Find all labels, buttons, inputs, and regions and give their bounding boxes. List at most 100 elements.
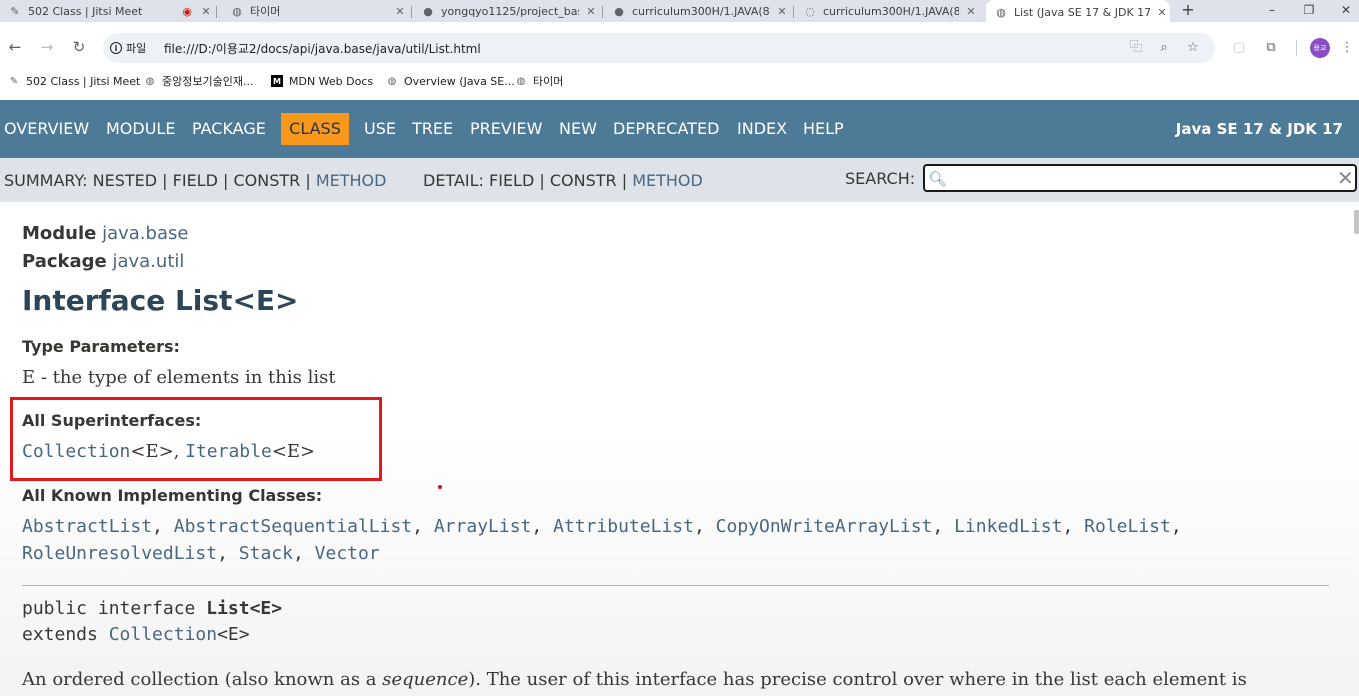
type-params-value: E - the type of elements in this list	[22, 367, 336, 388]
back-button[interactable]: ←	[6, 38, 24, 56]
tab-separator	[411, 6, 412, 18]
minimize-button[interactable]: –	[1252, 0, 1292, 22]
impl-classes-line-1: AbstractList, AbstractSequentialList, Ar…	[22, 516, 1182, 537]
search-label: SEARCH:	[845, 169, 916, 188]
menu-kebab-icon[interactable]: ⋮	[1338, 39, 1356, 57]
collection-link[interactable]: Collection	[22, 441, 130, 462]
close-tab-icon[interactable]: ✕	[774, 5, 790, 18]
package-link[interactable]: java.util	[112, 251, 184, 272]
search-icon: 🔍︎	[928, 170, 948, 188]
class-link[interactable]: CopyOnWriteArrayList	[716, 516, 933, 537]
bookmark-overview[interactable]: ◍ Overview (Java SE...	[386, 74, 515, 88]
globe-icon: ◍	[387, 75, 397, 87]
tab-jitsi[interactable]: ✎ 502 Class | Jitsi Meet ◉ ✕	[8, 0, 214, 22]
new-tab-button[interactable]: +	[1178, 0, 1198, 22]
description-part: ). The user of this interface has precis…	[468, 669, 1247, 690]
detail-links[interactable]: DETAIL: FIELD | CONSTR | METHOD	[423, 171, 703, 191]
translate-icon[interactable]: ⿻	[1127, 39, 1145, 57]
nav-class-active[interactable]: CLASS	[281, 113, 349, 145]
class-link[interactable]: AttributeList	[553, 516, 694, 537]
search-input[interactable]	[923, 164, 1357, 192]
bookmark-timer[interactable]: ◍ 타이머	[515, 74, 564, 88]
bookmark-mdn[interactable]: M MDN Web Docs	[271, 74, 373, 88]
info-icon: i	[110, 42, 122, 54]
nav-package[interactable]: PACKAGE	[192, 118, 266, 140]
module-link[interactable]: java.base	[102, 223, 188, 244]
type-params-label: Type Parameters:	[22, 337, 180, 356]
close-tab-icon[interactable]: ✕	[1154, 6, 1170, 19]
detail-method-link[interactable]: METHOD	[632, 171, 703, 190]
bookmark-label: MDN Web Docs	[289, 74, 374, 88]
class-link[interactable]: Stack	[239, 543, 293, 564]
class-link[interactable]: RoleUnresolvedList	[22, 543, 217, 564]
close-tab-icon[interactable]: ✕	[392, 5, 408, 18]
description-text: An ordered collection (also known as a s…	[22, 668, 1247, 692]
nav-use[interactable]: USE	[364, 118, 396, 140]
tab-title: curriculum300H/1.JAVA(84	[632, 4, 770, 18]
package-line: Package java.util	[22, 250, 184, 274]
class-link[interactable]: AbstractList	[22, 516, 152, 537]
url-text[interactable]: file:///D:/이용교2/docs/api/java.base/java/…	[164, 40, 481, 57]
nav-preview[interactable]: PREVIEW	[470, 118, 542, 140]
module-label: Module	[22, 223, 97, 244]
close-tab-icon[interactable]: ✕	[963, 5, 979, 18]
tab-separator	[793, 6, 794, 18]
profile-avatar[interactable]: 용교	[1310, 38, 1330, 58]
nav-tree[interactable]: TREE	[412, 118, 453, 140]
iterable-link[interactable]: Iterable	[185, 441, 272, 462]
zoom-icon[interactable]: ⌕	[1155, 39, 1173, 57]
globe-icon: ◍	[996, 5, 1006, 19]
summary-method-link[interactable]: METHOD	[316, 171, 387, 190]
tab-title: curriculum300H/1.JAVA(84	[823, 4, 959, 18]
forward-button[interactable]: →	[38, 38, 56, 56]
site-info-chip[interactable]: i 파일	[110, 39, 146, 57]
close-tab-icon[interactable]: ✕	[583, 5, 599, 18]
globe-icon: ◍	[145, 75, 155, 87]
tab-timer[interactable]: ◍ 타이머 ✕	[230, 0, 408, 22]
github-icon: ●	[614, 4, 624, 18]
superinterfaces-list: Collection<E>, Iterable<E>	[22, 441, 315, 463]
class-link[interactable]: LinkedList	[954, 516, 1062, 537]
description-italic: sequence	[382, 669, 469, 690]
mdn-icon: M	[271, 75, 283, 87]
class-link[interactable]: Vector	[315, 543, 380, 564]
jitsi-icon: ✎	[9, 75, 19, 87]
nav-new[interactable]: NEW	[559, 118, 597, 140]
tab-github-curriculum-2[interactable]: ◌ curriculum300H/1.JAVA(84 ✕	[803, 0, 979, 22]
class-link[interactable]: RoleList	[1084, 516, 1171, 537]
bookmark-jungang[interactable]: ◍ 중앙정보기술인재...	[144, 74, 254, 88]
nav-index[interactable]: INDEX	[737, 118, 787, 140]
recording-icon: ◉	[182, 4, 192, 18]
tab-github-project[interactable]: ● yongqyo1125/project_bas ✕	[421, 0, 599, 22]
close-tab-icon[interactable]: ✕	[198, 5, 214, 18]
signature-generic: <E>	[217, 624, 250, 645]
signature-extends: extends	[22, 624, 109, 645]
scrollbar-thumb[interactable]	[1354, 210, 1359, 234]
detail-prefix: DETAIL: FIELD | CONSTR |	[423, 171, 633, 190]
summary-links[interactable]: SUMMARY: NESTED | FIELD | CONSTR | METHO…	[4, 171, 386, 191]
nav-module[interactable]: MODULE	[106, 118, 175, 140]
class-link[interactable]: AbstractSequentialList	[174, 516, 412, 537]
tab-github-curriculum-1[interactable]: ● curriculum300H/1.JAVA(84 ✕	[612, 0, 790, 22]
extension-placeholder-icon[interactable]: ▢	[1230, 39, 1248, 57]
page-title: Interface List<E>	[22, 284, 299, 317]
nav-overview[interactable]: OVERVIEW	[4, 118, 89, 140]
reset-search-icon[interactable]: ✕	[1337, 168, 1357, 188]
bookmark-label: 502 Class | Jitsi Meet	[26, 74, 141, 88]
close-window-button[interactable]: ✕	[1326, 0, 1359, 22]
bookmark-star-icon[interactable]: ☆	[1184, 39, 1202, 57]
bookmark-jitsi[interactable]: ✎ 502 Class | Jitsi Meet	[8, 74, 141, 88]
class-link[interactable]: ArrayList	[434, 516, 532, 537]
signature-name: List<E>	[206, 598, 283, 619]
collection-generic: <E>,	[130, 441, 186, 462]
module-line: Module java.base	[22, 222, 188, 246]
signature-collection-link[interactable]: Collection	[109, 624, 217, 645]
nav-deprecated[interactable]: DEPRECATED	[613, 118, 719, 140]
reload-button[interactable]: ↻	[70, 38, 88, 56]
globe-icon: ◍	[232, 4, 242, 18]
summary-prefix: SUMMARY: NESTED | FIELD | CONSTR |	[4, 171, 316, 190]
extensions-puzzle-icon[interactable]: ⧉	[1262, 39, 1280, 57]
nav-help[interactable]: HELP	[803, 118, 844, 140]
maximize-button[interactable]: ❐	[1289, 0, 1329, 22]
tab-java-list[interactable]: ◍ List (Java SE 17 & JDK 17) ✕	[986, 0, 1170, 24]
